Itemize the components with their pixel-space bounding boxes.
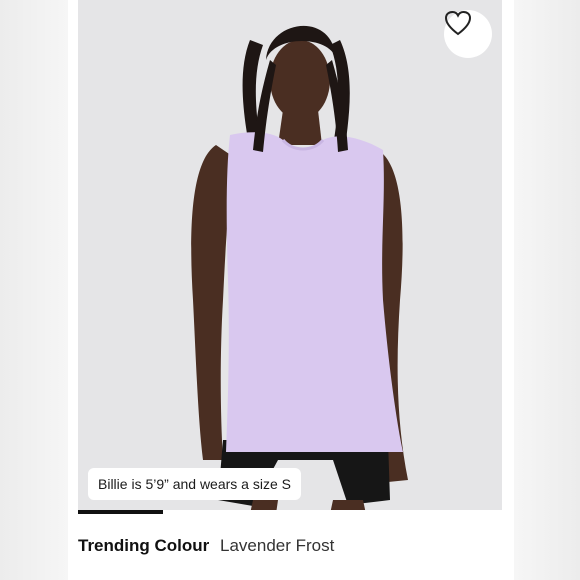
product-photo[interactable]: Billie is 5’9” and wears a size S <box>78 0 502 514</box>
colour-info: Trending Colour Lavender Frost <box>78 536 334 556</box>
product-card: Billie is 5’9” and wears a size S Trendi… <box>68 0 514 580</box>
product-page: Billie is 5’9” and wears a size S Trendi… <box>0 0 580 580</box>
colour-label: Trending Colour <box>78 536 210 555</box>
left-margin <box>0 0 68 580</box>
heart-icon <box>444 10 472 36</box>
gallery-progress-fill <box>78 510 163 514</box>
favorite-button[interactable] <box>444 10 492 58</box>
right-margin <box>514 0 580 580</box>
model-size-caption: Billie is 5’9” and wears a size S <box>88 468 301 500</box>
colour-value: Lavender Frost <box>220 536 335 555</box>
model-image <box>78 0 502 514</box>
gallery-progress <box>78 510 502 514</box>
